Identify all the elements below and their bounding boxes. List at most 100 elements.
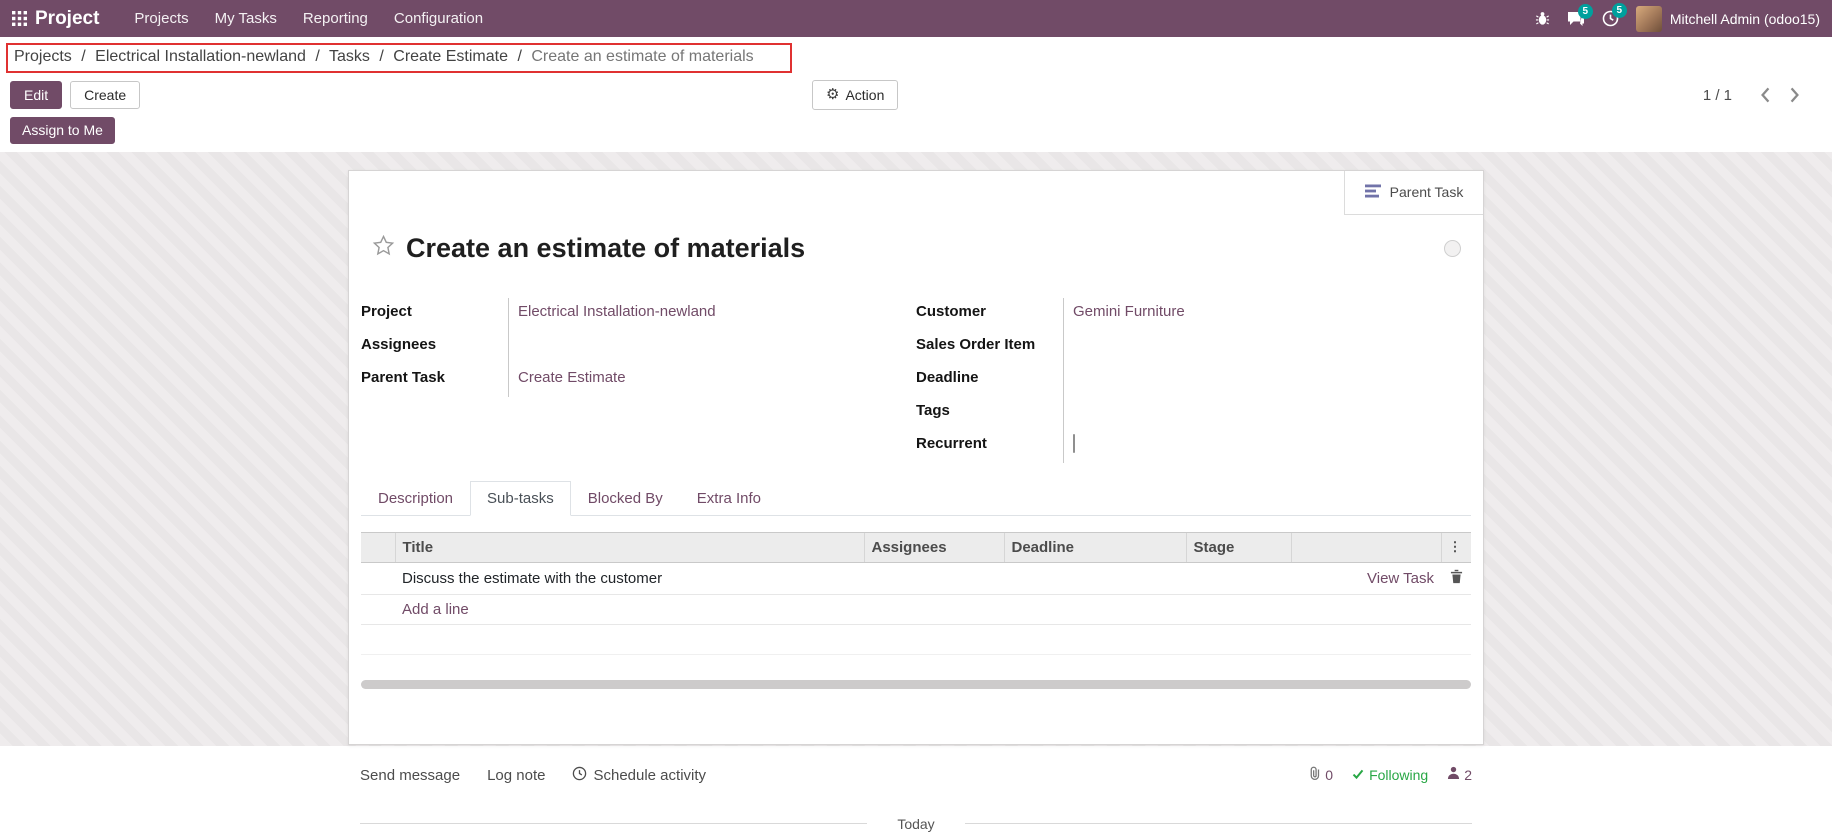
user-menu[interactable]: Mitchell Admin (odoo15) [1636,6,1820,32]
schedule-clock-icon [572,766,587,785]
user-name: Mitchell Admin (odoo15) [1670,11,1820,27]
deadline-field-value[interactable] [1064,364,1073,397]
subtask-assignees-cell[interactable] [864,562,1004,594]
breadcrumb-separator: / [517,48,521,65]
messages-icon[interactable]: 5 [1567,11,1585,27]
breadcrumb-project[interactable]: Electrical Installation-newland [95,48,306,65]
favorite-star-icon[interactable] [372,234,395,262]
horizontal-scrollbar[interactable] [361,680,1471,689]
activities-badge: 5 [1612,3,1627,18]
recurrent-field-label: Recurrent [916,430,1064,463]
column-header-actions [1291,532,1441,562]
row-selector-cell [361,562,395,594]
parent-task-stat-button[interactable]: Parent Task [1344,171,1483,215]
pager-next-icon[interactable] [1783,83,1806,107]
field-row-assignees: Assignees [361,331,916,364]
assignees-field-value[interactable] [509,331,518,364]
create-button[interactable]: Create [70,81,140,110]
form-sheet: Parent Task Create an estimate of materi… [348,170,1484,745]
breadcrumb-highlight-box: Projects / Electrical Installation-newla… [6,43,792,73]
optional-columns-icon[interactable]: ⋮ [1441,532,1471,562]
tab-sub-tasks[interactable]: Sub-tasks [470,481,571,516]
project-field-label: Project [361,298,509,331]
field-row-deadline: Deadline [916,364,1471,397]
customer-field-label: Customer [916,298,1064,331]
field-row-parent-task: Parent Task Create Estimate [361,364,916,397]
add-line-row: Add a line [361,594,1471,624]
pager: 1 / 1 [1703,83,1806,107]
chatter: Send message Log note Schedule activity … [348,746,1484,832]
paperclip-icon [1308,765,1321,786]
control-panel-actions: Edit Create ⚙ Action 1 / 1 [6,79,1816,111]
tab-extra-info[interactable]: Extra Info [680,481,778,516]
subtask-title-cell[interactable]: Discuss the estimate with the customer [395,562,864,594]
date-divider: Today [360,816,1472,832]
edit-button[interactable]: Edit [10,81,62,110]
form-field-groups: Project Electrical Installation-newland … [361,298,1471,463]
subtask-row[interactable]: Discuss the estimate with the customer V… [361,562,1471,594]
field-row-tags: Tags [916,397,1471,430]
column-header-deadline[interactable]: Deadline [1004,532,1186,562]
add-a-line-link[interactable]: Add a line [402,601,469,618]
tags-field-label: Tags [916,397,1064,430]
tags-field-value[interactable] [1064,397,1073,430]
breadcrumb-current: Create an estimate of materials [531,48,753,65]
subtask-deadline-cell[interactable] [1004,562,1186,594]
log-note-button[interactable]: Log note [487,767,545,784]
field-row-project: Project Electrical Installation-newland [361,298,916,331]
field-row-customer: Customer Gemini Furniture [916,298,1471,331]
statusbar: Assign to Me [10,117,1816,152]
breadcrumb-tasks[interactable]: Tasks [329,48,370,65]
breadcrumb-projects[interactable]: Projects [14,48,72,65]
gear-icon: ⚙ [826,86,839,104]
breadcrumb-separator: / [315,48,319,65]
view-task-link[interactable]: View Task [1367,570,1434,587]
schedule-activity-button[interactable]: Schedule activity [572,766,706,785]
date-divider-label: Today [867,816,964,832]
column-header-assignees[interactable]: Assignees [864,532,1004,562]
user-avatar [1636,6,1662,32]
customer-field-value[interactable]: Gemini Furniture [1073,303,1185,320]
pager-value: 1 / 1 [1703,87,1732,104]
field-row-recurrent: Recurrent [916,430,1471,463]
task-title: Create an estimate of materials [406,233,805,264]
kanban-state-icon[interactable] [1444,240,1461,257]
send-message-button[interactable]: Send message [360,767,460,784]
attachments-button[interactable]: 0 [1308,765,1333,786]
app-name[interactable]: Project [35,8,99,30]
pager-previous-icon[interactable] [1754,83,1777,107]
breadcrumb-parent-task[interactable]: Create Estimate [393,48,508,65]
action-menu-button[interactable]: ⚙ Action [812,80,898,110]
notebook-tabs: Description Sub-tasks Blocked By Extra I… [361,481,1471,516]
follower-count: 2 [1464,767,1472,783]
column-header-stage[interactable]: Stage [1186,532,1291,562]
following-label: Following [1369,767,1428,783]
nav-menu-reporting[interactable]: Reporting [290,1,381,36]
nav-menu-projects[interactable]: Projects [121,1,201,36]
assign-to-me-button[interactable]: Assign to Me [10,117,115,144]
delete-row-trash-icon[interactable] [1448,569,1465,587]
assignees-field-label: Assignees [361,331,509,364]
tab-description[interactable]: Description [361,481,470,516]
project-field-value[interactable]: Electrical Installation-newland [518,303,716,320]
following-toggle[interactable]: Following [1352,767,1428,783]
debug-bug-icon[interactable] [1535,11,1550,26]
tab-blocked-by[interactable]: Blocked By [571,481,680,516]
schedule-activity-label: Schedule activity [593,767,706,784]
column-header-title[interactable]: Title [395,532,864,562]
left-field-group: Project Electrical Installation-newland … [361,298,916,463]
row-selector-header [361,532,395,562]
nav-menu-my-tasks[interactable]: My Tasks [202,1,290,36]
recurrent-checkbox[interactable] [1073,434,1075,453]
followers-button[interactable]: 2 [1447,766,1472,784]
subtask-stage-cell[interactable] [1186,562,1291,594]
attachment-count: 0 [1325,767,1333,783]
top-navbar: Project Projects My Tasks Reporting Conf… [0,0,1832,37]
sales-order-item-field-value[interactable] [1064,331,1073,364]
activities-clock-icon[interactable]: 5 [1602,10,1619,27]
nav-menu-configuration[interactable]: Configuration [381,1,496,36]
check-icon [1352,767,1364,783]
apps-menu-button[interactable] [8,7,35,31]
right-field-group: Customer Gemini Furniture Sales Order It… [916,298,1471,463]
parent-task-field-value[interactable]: Create Estimate [518,369,626,386]
